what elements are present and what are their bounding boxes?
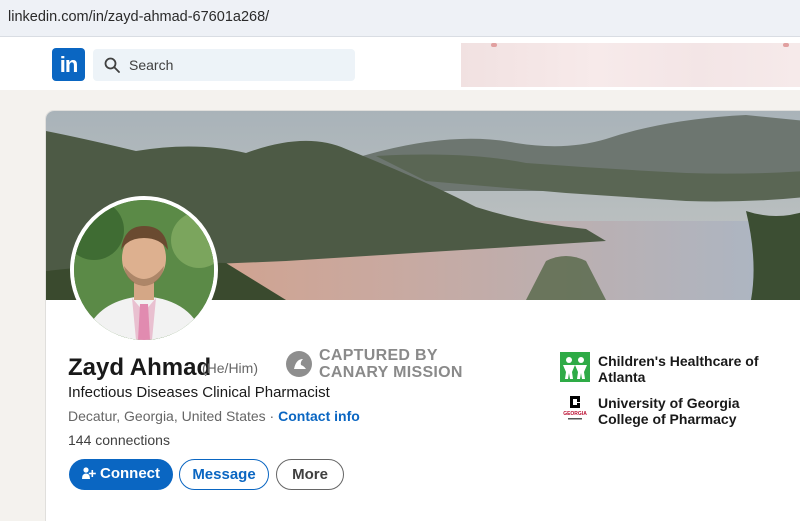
connect-button[interactable]: Connect (69, 459, 173, 490)
childrens-healthcare-logo (560, 352, 590, 382)
canary-logo-icon (286, 351, 312, 377)
connect-label: Connect (100, 465, 160, 482)
search-placeholder: Search (129, 57, 174, 73)
profile-pronouns: (He/Him) (202, 360, 258, 376)
profile-name: Zayd Ahmad (68, 354, 212, 381)
url-text[interactable]: linkedin.com/in/zayd-ahmad-67601a268/ (8, 9, 269, 25)
search-icon (104, 57, 120, 73)
blurred-nav-region (461, 43, 800, 87)
search-input[interactable]: Search (93, 49, 355, 81)
uga-logo-text: GEORGIA (563, 411, 587, 417)
org-name: University of Georgia College of Pharmac… (598, 395, 740, 427)
connections-count[interactable]: 144 connections (68, 432, 170, 448)
linkedin-logo[interactable]: in (52, 48, 85, 81)
message-button[interactable]: Message (179, 459, 269, 490)
profile-location: Decatur, Georgia, United States (68, 408, 266, 424)
more-button[interactable]: More (276, 459, 344, 490)
profile-photo-image (74, 200, 214, 340)
watermark-line-1: CAPTURED BY (319, 347, 438, 364)
browser-address-bar[interactable]: linkedin.com/in/zayd-ahmad-67601a268/ (0, 0, 800, 37)
top-navigation: in Search (0, 37, 800, 90)
canary-mission-watermark: CAPTURED BY CANARY MISSION (284, 347, 484, 383)
profile-photo[interactable] (70, 196, 218, 344)
contact-info-link[interactable]: Contact info (278, 408, 360, 424)
profile-location-line: Decatur, Georgia, United States · Contac… (68, 408, 360, 424)
profile-headline: Infectious Diseases Clinical Pharmacist (68, 384, 330, 401)
add-person-icon (82, 467, 96, 479)
profile-card: Zayd Ahmad (He/Him) CAPTURED BY CANARY M… (46, 111, 800, 521)
uga-logo: GEORGIA (560, 394, 590, 424)
org-name: Children's Healthcare of Atlanta (598, 353, 759, 385)
location-separator: · (265, 408, 279, 424)
watermark-line-2: CANARY MISSION (319, 364, 463, 381)
